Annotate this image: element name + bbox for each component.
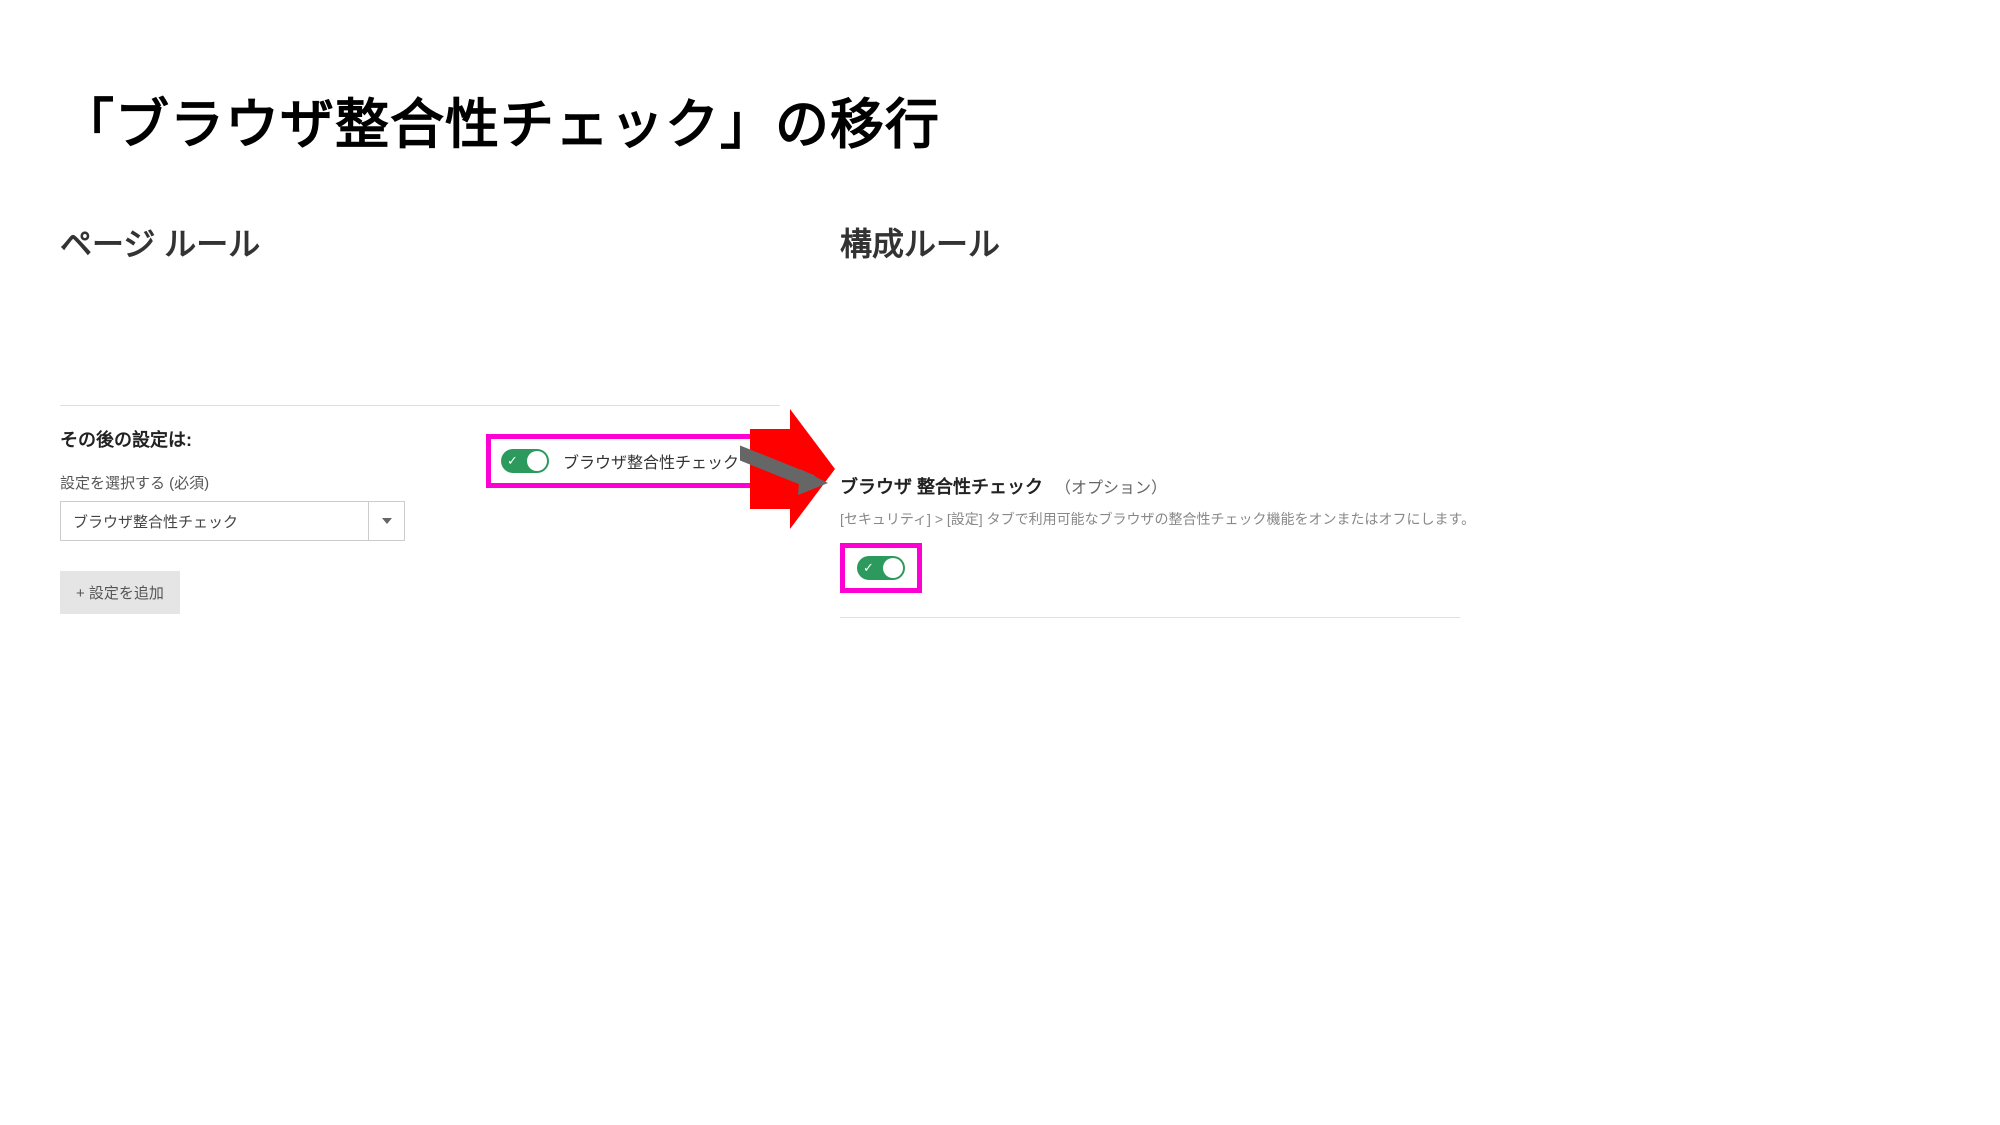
divider [840,617,1460,618]
check-icon: ✓ [863,560,874,576]
settings-select[interactable]: ブラウザ整合性チェック [60,501,405,541]
columns: ページ ルール その後の設定は: 設定を選択する (必須) ブラウザ整合性チェッ… [60,219,1940,618]
left-heading: ページ ルール [60,219,780,265]
left-column: ページ ルール その後の設定は: 設定を選択する (必須) ブラウザ整合性チェッ… [60,219,780,618]
right-title-row: ブラウザ 整合性チェック （オプション） [840,473,1560,499]
toggle-highlight-left: ✓ ブラウザ整合性チェック [486,434,770,488]
browser-integrity-toggle-right[interactable]: ✓ [857,556,905,580]
toggle-knob [527,451,547,471]
add-setting-button[interactable]: + 設定を追加 [60,571,180,614]
right-title: ブラウザ 整合性チェック [840,473,1043,499]
toggle-highlight-right: ✓ [840,543,922,593]
toggle-knob [883,558,903,578]
browser-integrity-toggle-left[interactable]: ✓ [501,449,549,473]
chevron-down-icon [368,502,404,540]
right-heading: 構成ルール [840,219,1560,265]
right-option-label: （オプション） [1055,474,1167,498]
right-column: 構成ルール ブラウザ 整合性チェック （オプション） [セキュリティ] > [設… [840,219,1560,618]
right-description: [セキュリティ] > [設定] タブで利用可能なブラウザの整合性チェック機能をオ… [840,509,1560,529]
select-value: ブラウザ整合性チェック [61,502,368,540]
divider [60,405,780,406]
check-icon: ✓ [507,453,518,469]
page-title: 「ブラウザ整合性チェック」の移行 [60,80,1940,159]
toggle-label: ブラウザ整合性チェック [563,449,739,473]
